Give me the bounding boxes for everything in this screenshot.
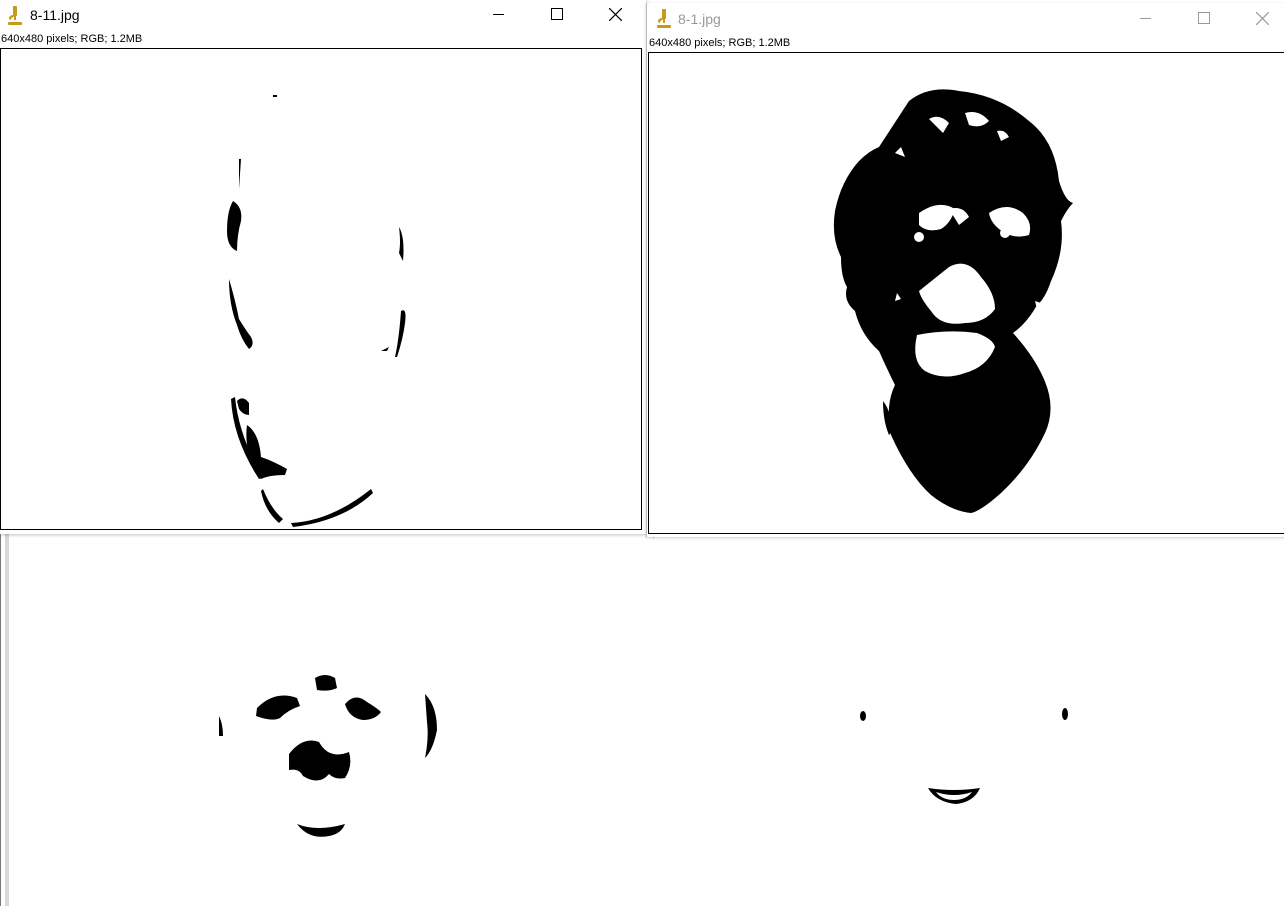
minimize-button[interactable] [1123,4,1169,34]
close-icon [1256,12,1269,25]
threshold-image-eyes-lips [860,708,1068,804]
maximize-icon [551,8,563,20]
close-button[interactable] [1239,4,1284,34]
image-info: 640x480 pixels; RGB; 1.2MB [649,37,791,49]
window-title: 8-11.jpg [30,7,80,23]
image-canvas[interactable] [0,48,642,530]
close-icon [609,8,622,21]
title-bar[interactable]: 8-11.jpg [0,0,646,32]
background-window-right [652,538,1284,906]
threshold-image-eyes-nose [219,675,437,837]
threshold-image-full-face [833,89,1073,513]
image-window-8-1[interactable]: 8-1.jpg 640x480 pixels; RGB; 1.2MB [646,3,1284,537]
microscope-icon [655,8,673,30]
maximize-icon [1198,12,1210,24]
close-button[interactable] [592,0,638,30]
background-window-left [0,528,654,906]
threshold-image-face-outline [227,95,406,527]
window-title: 8-1.jpg [678,11,721,27]
title-bar[interactable]: 8-1.jpg [647,3,1284,35]
minimize-button[interactable] [476,0,522,30]
maximize-button[interactable] [1181,4,1227,34]
image-canvas[interactable] [648,52,1284,534]
maximize-button[interactable] [534,0,580,30]
microscope-icon [6,5,24,27]
image-window-8-11[interactable]: 8-11.jpg 640x480 pixels; RGB; 1.2MB [0,0,646,534]
minimize-icon [493,14,504,15]
minimize-icon [1140,18,1151,19]
image-info: 640x480 pixels; RGB; 1.2MB [1,33,143,45]
